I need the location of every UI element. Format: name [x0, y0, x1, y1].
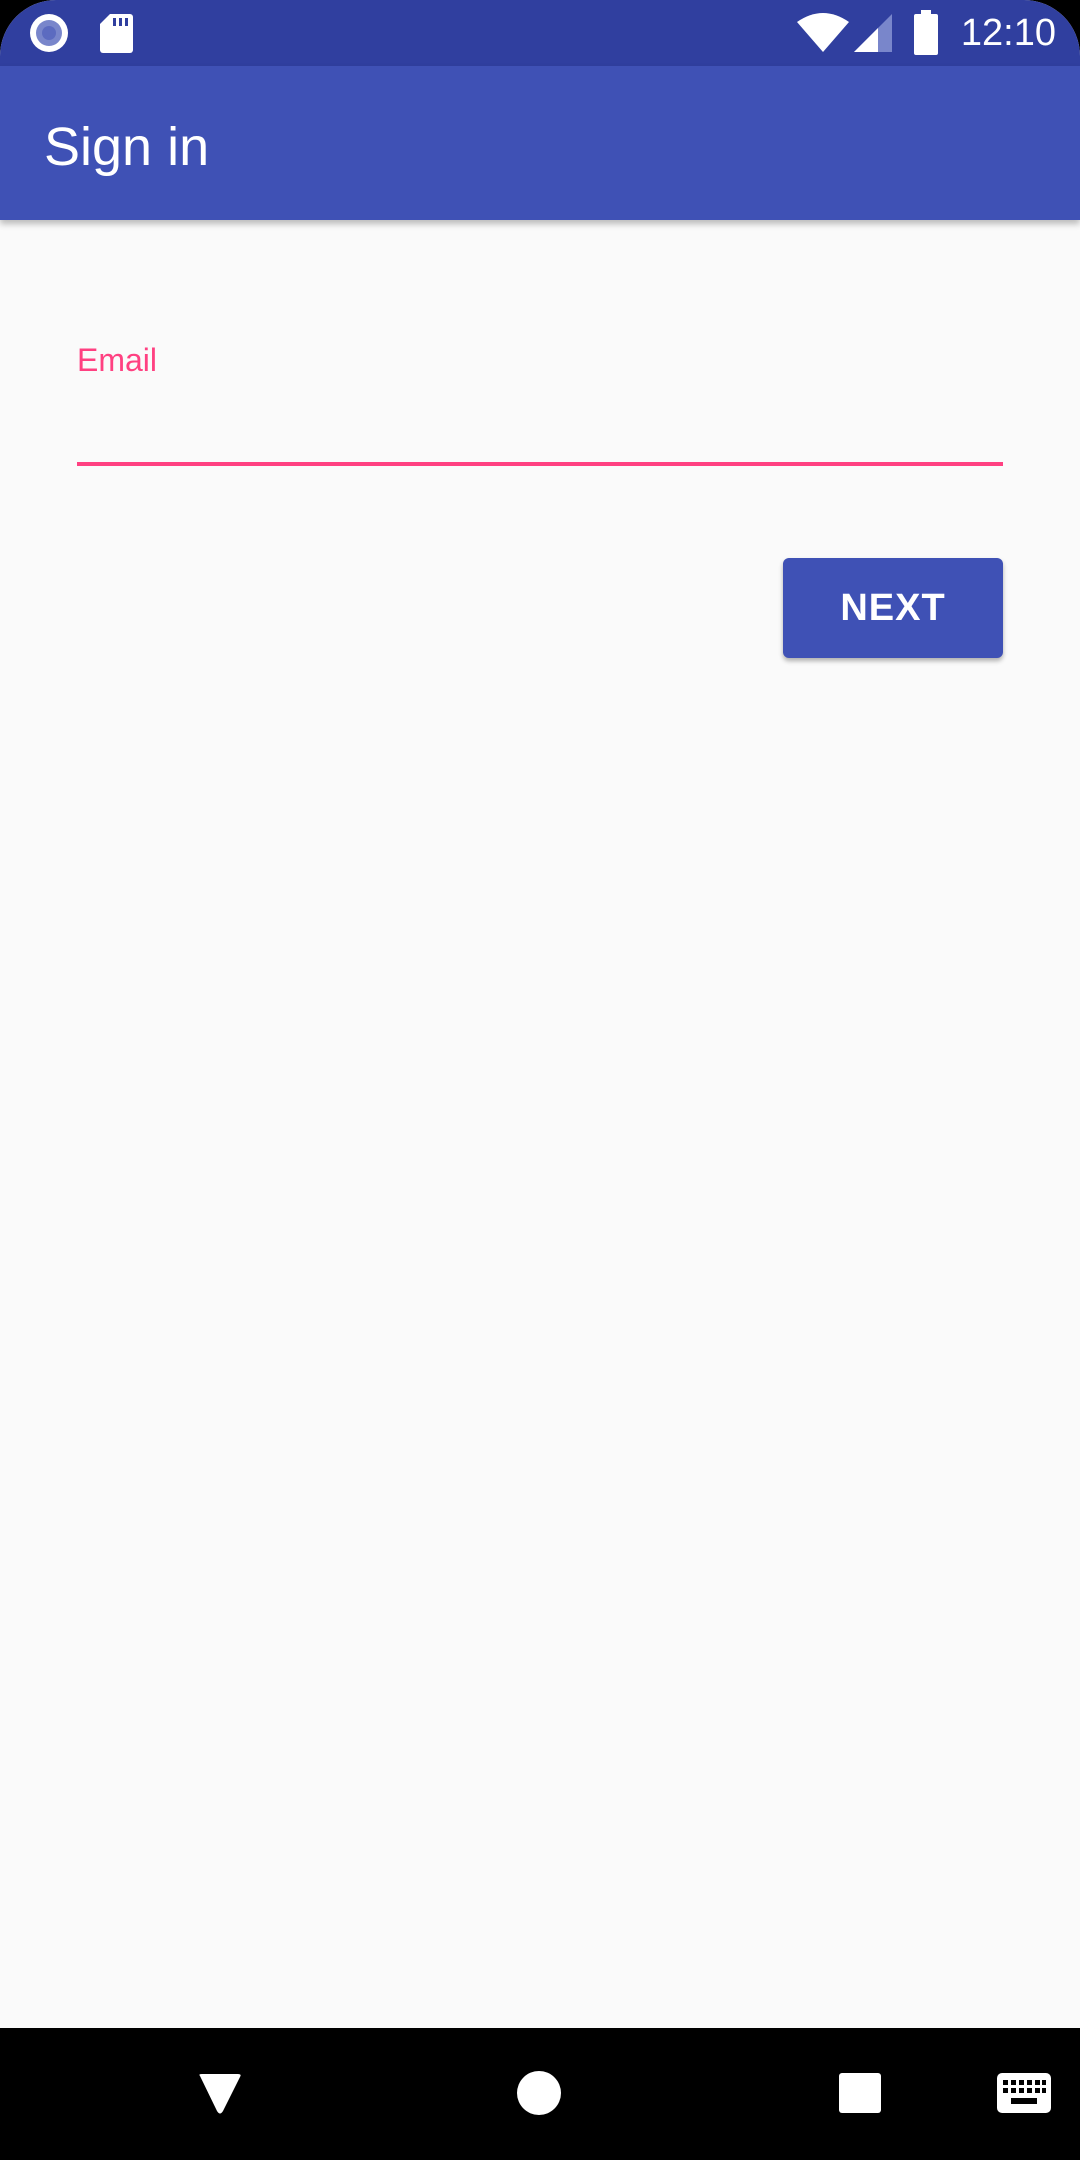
cell-signal-icon: [852, 12, 894, 59]
app-bar: Sign in: [0, 66, 1080, 220]
screen: 12:10 Sign in Email NEXT: [0, 0, 1080, 2160]
navigation-bar: [0, 2028, 1080, 2160]
recents-icon[interactable]: [838, 2072, 882, 2119]
sign-in-form: Email NEXT: [0, 220, 1080, 2028]
home-icon[interactable]: [516, 2070, 562, 2121]
wifi-icon: [796, 12, 850, 59]
email-field[interactable]: [77, 390, 1003, 462]
sd-card-icon: [98, 12, 134, 59]
back-icon[interactable]: [196, 2072, 244, 2121]
keyboard-icon[interactable]: [996, 2072, 1052, 2119]
battery-icon: [912, 10, 940, 61]
status-time: 12:10: [960, 12, 1056, 54]
record-icon: [28, 12, 70, 59]
status-bar: 12:10: [0, 0, 1080, 66]
email-label: Email: [77, 342, 158, 378]
next-button[interactable]: NEXT: [783, 558, 1003, 658]
email-field-underline: [77, 462, 1003, 466]
page-title: Sign in: [44, 117, 210, 177]
